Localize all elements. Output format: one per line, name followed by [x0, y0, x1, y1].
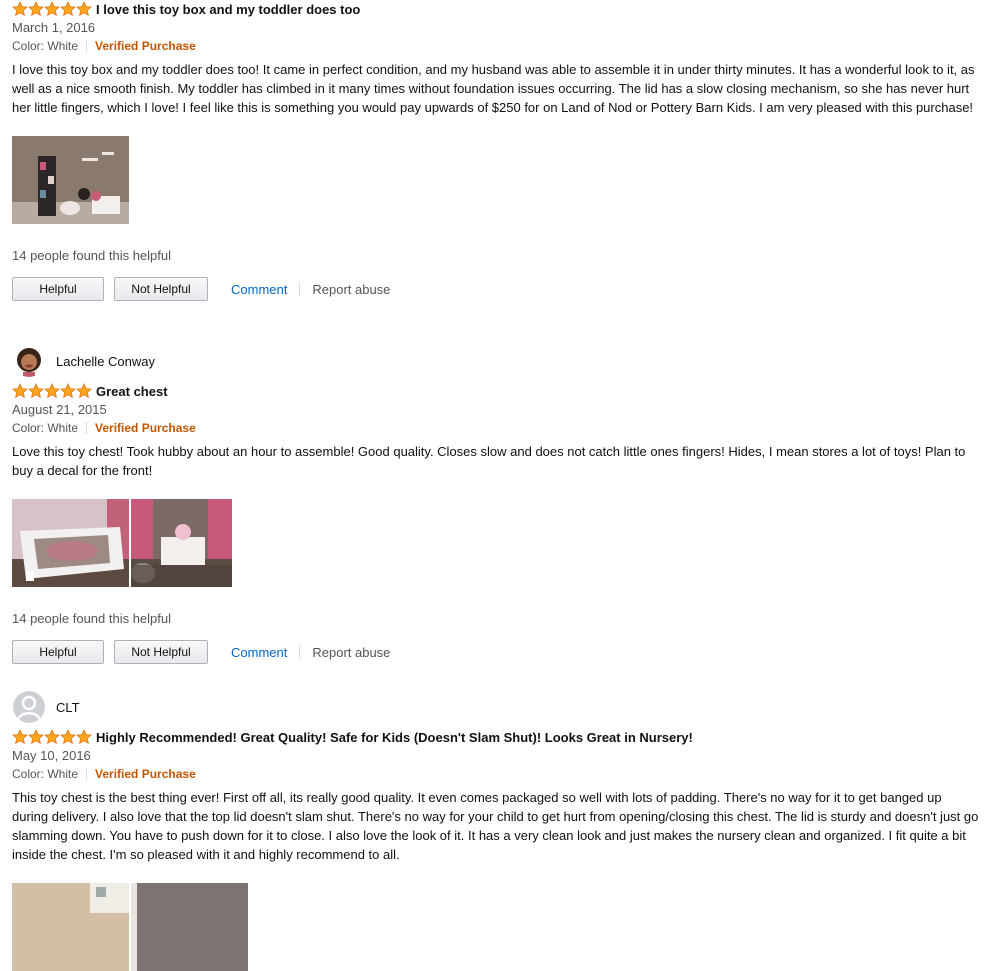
product-color[interactable]: Color: White	[12, 39, 78, 53]
star-icon	[28, 383, 44, 399]
divider	[86, 768, 88, 780]
star-icon	[44, 1, 60, 17]
star-icon	[12, 729, 28, 745]
verified-purchase-badge[interactable]: Verified Purchase	[95, 767, 196, 781]
product-color[interactable]: Color: White	[12, 767, 78, 781]
review-image[interactable]	[131, 499, 232, 587]
review-1: I love this toy box and my toddler does …	[12, 1, 980, 301]
review-3: CLT Highly Recommended! Great Quality! S…	[12, 691, 980, 971]
avatar[interactable]	[13, 345, 45, 377]
review-date: August 21, 2015	[12, 402, 107, 417]
review-author[interactable]: CLT	[12, 691, 980, 723]
report-abuse-link[interactable]: Report abuse	[312, 282, 390, 297]
report-abuse-link[interactable]: Report abuse	[312, 645, 390, 660]
not-helpful-button[interactable]: Not Helpful	[114, 640, 208, 664]
review-body: I love this toy box and my toddler does …	[12, 62, 975, 115]
review-date: March 1, 2016	[12, 20, 96, 35]
star-icon	[60, 729, 76, 745]
comment-link[interactable]: Comment	[231, 645, 287, 660]
review-image[interactable]	[12, 883, 129, 971]
star-icon	[12, 383, 28, 399]
comment-link[interactable]: Comment	[231, 282, 287, 297]
author-name[interactable]: Lachelle Conway	[56, 354, 155, 369]
review-image[interactable]	[12, 499, 129, 587]
star-icon	[44, 383, 60, 399]
star-rating[interactable]	[12, 1, 92, 17]
review-body: Love this toy chest! Took hubby about an…	[12, 444, 966, 478]
star-icon	[76, 1, 92, 17]
star-icon	[44, 729, 60, 745]
helpful-button[interactable]: Helpful	[12, 277, 104, 301]
star-rating[interactable]	[12, 383, 92, 399]
product-color[interactable]: Color: White	[12, 421, 78, 435]
review-title[interactable]: Great chest	[96, 384, 168, 399]
review-title[interactable]: I love this toy box and my toddler does …	[96, 2, 360, 17]
star-icon	[76, 729, 92, 745]
star-icon	[76, 383, 92, 399]
helpful-count: 14 people found this helpful	[12, 611, 172, 626]
star-icon	[12, 1, 28, 17]
not-helpful-button[interactable]: Not Helpful	[114, 277, 208, 301]
helpful-button[interactable]: Helpful	[12, 640, 104, 664]
verified-purchase-badge[interactable]: Verified Purchase	[95, 421, 196, 435]
verified-purchase-badge[interactable]: Verified Purchase	[95, 39, 196, 53]
star-icon	[60, 1, 76, 17]
author-name[interactable]: CLT	[56, 700, 80, 715]
divider	[299, 282, 301, 296]
helpful-count: 14 people found this helpful	[12, 248, 172, 263]
star-rating[interactable]	[12, 729, 92, 745]
review-author[interactable]: Lachelle Conway	[12, 345, 980, 377]
review-title[interactable]: Highly Recommended! Great Quality! Safe …	[96, 730, 693, 745]
divider	[299, 645, 301, 659]
avatar[interactable]	[13, 691, 45, 723]
review-image[interactable]	[12, 136, 129, 224]
review-date: May 10, 2016	[12, 748, 91, 763]
star-icon	[60, 383, 76, 399]
star-icon	[28, 1, 44, 17]
star-icon	[28, 729, 44, 745]
divider	[86, 422, 88, 434]
review-body: This toy chest is the best thing ever! F…	[12, 790, 979, 862]
review-2: Lachelle Conway Great chest August 21, 2…	[12, 345, 980, 664]
divider	[86, 40, 88, 52]
review-image[interactable]	[131, 883, 248, 971]
